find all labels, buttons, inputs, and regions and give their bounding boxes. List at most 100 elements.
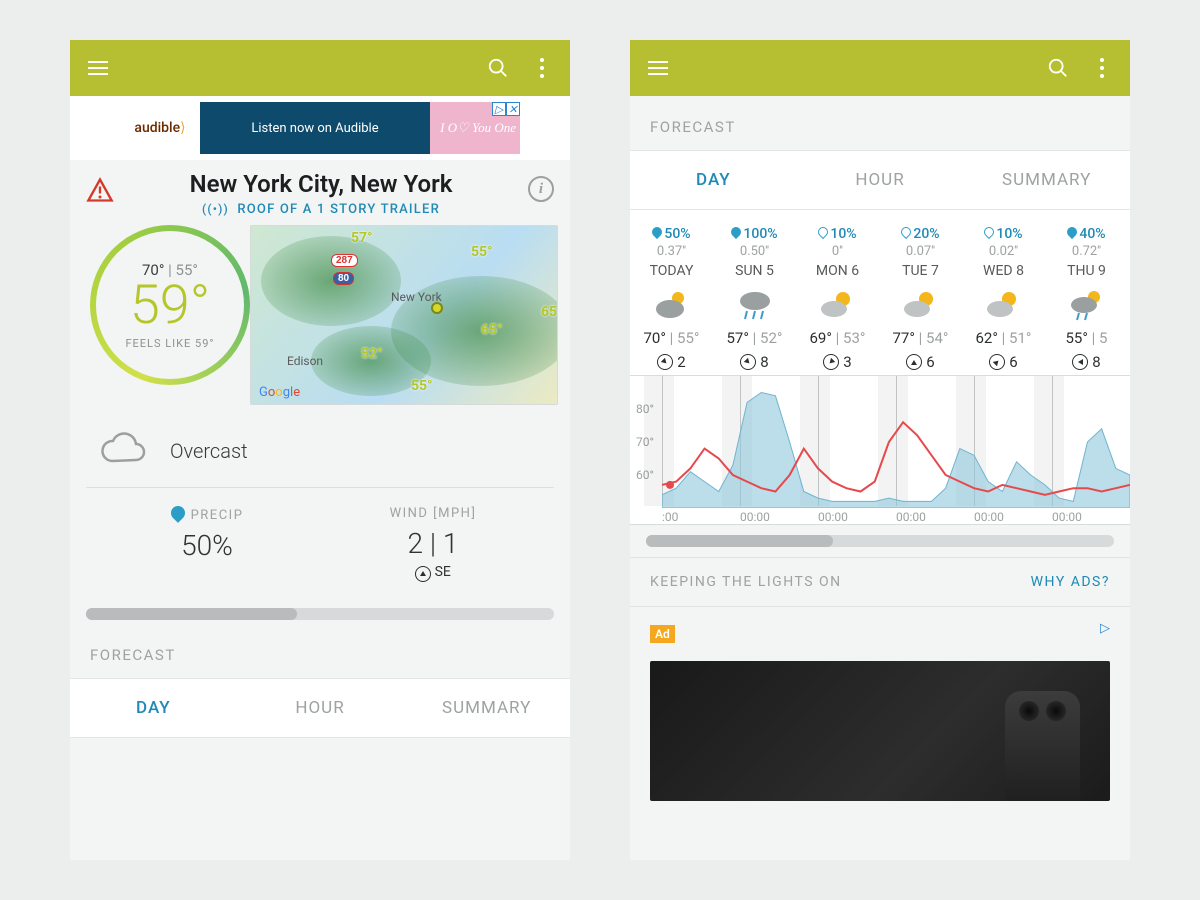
cloud-icon [94, 431, 150, 471]
daily-forecast-row[interactable]: 50% 0.37'' TODAY 70° | 55° 2 100% 0.50'' SUN 5… [630, 210, 1130, 375]
forecast-heading: FORECAST [70, 624, 570, 678]
ad-cta: Listen now on Audible [251, 121, 378, 136]
day-wind: 6 [906, 353, 934, 371]
weather-icon [652, 285, 692, 323]
precip-probability: 10% [818, 226, 856, 242]
feels-like: FEELS LIKE 59° [125, 337, 214, 350]
forecast-heading: FORECAST [630, 96, 1130, 150]
info-icon[interactable]: i [528, 176, 554, 202]
tab-day[interactable]: DAY [630, 170, 797, 190]
ad-promo: I O♡ You One [440, 120, 516, 136]
tab-day[interactable]: DAY [70, 698, 237, 718]
day-wind: 6 [989, 353, 1017, 371]
radar-map[interactable]: 287 80 57° 55° 65° 65° 55° 52° New York … [250, 225, 558, 405]
day-wind: 8 [740, 353, 768, 371]
day-hi-lo: 70° | 55° [643, 329, 699, 347]
ad-image [650, 661, 1110, 801]
ad-banner[interactable]: audible⟩ Listen now on Audible I O♡ You … [70, 96, 570, 160]
menu-icon[interactable] [86, 56, 110, 80]
condition-text: Overcast [170, 439, 248, 463]
precip-amount: 0.37'' [657, 244, 686, 259]
day-name: THU 9 [1067, 263, 1106, 279]
alert-icon[interactable] [86, 176, 114, 204]
precip-probability: 50% [652, 226, 690, 242]
raindrop-icon [982, 225, 996, 239]
overflow-icon[interactable] [1090, 56, 1114, 80]
weather-icon [1067, 285, 1107, 323]
adchoices-icon[interactable]: ▷✕ [492, 102, 520, 116]
raindrop-icon [816, 225, 830, 239]
day-wind: 8 [1072, 353, 1100, 371]
tab-hour[interactable]: HOUR [797, 170, 964, 190]
search-icon[interactable] [1046, 56, 1070, 80]
day-wind: 3 [823, 353, 851, 371]
adchoices-icon[interactable]: ▷ [1100, 621, 1110, 636]
wind-direction: SE [320, 564, 546, 582]
scroll-indicator [86, 608, 554, 620]
day-name: MON 6 [816, 263, 859, 279]
day-hi-lo: 77° | 54° [892, 329, 948, 347]
precip-probability: 20% [901, 226, 939, 242]
ad-brand: audible [134, 120, 180, 136]
precip-amount: 0.07'' [906, 244, 935, 259]
forecast-chart[interactable]: 60°70°80° :0000:0000:0000:0000:0000:00 [630, 375, 1130, 525]
raindrop-icon [729, 225, 743, 239]
ad-badge: Ad [650, 625, 675, 643]
day-name: TODAY [650, 263, 694, 279]
station-link[interactable]: ((•)) ROOF OF A 1 STORY TRAILER [114, 202, 528, 217]
overflow-icon[interactable] [530, 56, 554, 80]
ad-card[interactable]: Ad ▷ [630, 607, 1130, 801]
tab-hour[interactable]: HOUR [237, 698, 404, 718]
day-column[interactable]: 50% 0.37'' TODAY 70° | 55° 2 [630, 226, 713, 371]
precip-amount: 0'' [832, 244, 843, 259]
scroll-indicator [646, 535, 1114, 547]
precip-probability: 100% [731, 226, 777, 242]
raindrop-icon [168, 503, 188, 523]
wind-value: 2 | 1 [320, 527, 546, 560]
precip-amount: 0.72'' [1072, 244, 1101, 259]
temp-ring: 70° | 55° 59° FEELS LIKE 59° [90, 225, 250, 385]
day-name: TUE 7 [902, 263, 939, 279]
raindrop-icon [1065, 225, 1079, 239]
precip-amount: 0.02'' [989, 244, 1018, 259]
day-wind: 2 [657, 353, 685, 371]
weather-icon [984, 285, 1024, 323]
current-temp: 59° [130, 279, 210, 333]
weather-icon [735, 285, 775, 323]
raindrop-icon [899, 225, 913, 239]
forecast-tabs: DAY HOUR SUMMARY [70, 678, 570, 738]
tab-summary[interactable]: SUMMARY [963, 170, 1130, 190]
precip-value: 50% [94, 529, 320, 562]
wind-label: WIND [MPH] [320, 506, 546, 521]
day-name: WED 8 [983, 263, 1024, 279]
day-hi-lo: 62° | 51° [975, 329, 1031, 347]
precip-amount: 0.50'' [740, 244, 769, 259]
day-column[interactable]: 10% 0'' MON 6 69° | 53° 3 [796, 226, 879, 371]
weather-icon [818, 285, 858, 323]
day-column[interactable]: 10% 0.02'' WED 8 62° | 51° 6 [962, 226, 1045, 371]
broadcast-icon: ((•)) [202, 202, 229, 216]
location-title: New York City, New York [114, 170, 528, 198]
weather-screen-forecast: FORECAST DAY HOUR SUMMARY 50% 0.37'' TODAY… [630, 40, 1130, 860]
app-bar [630, 40, 1130, 96]
weather-icon [901, 285, 941, 323]
day-hi-lo: 55° | 5 [1065, 329, 1107, 347]
map-attribution: Google [259, 385, 300, 400]
day-name: SUN 5 [735, 263, 774, 279]
weather-screen-current: audible⟩ Listen now on Audible I O♡ You … [70, 40, 570, 860]
search-icon[interactable] [486, 56, 510, 80]
precip-probability: 40% [1067, 226, 1105, 242]
day-column[interactable]: 20% 0.07'' TUE 7 77° | 54° 6 [879, 226, 962, 371]
day-column[interactable]: 100% 0.50'' SUN 5 57° | 52° 8 [713, 226, 796, 371]
day-hi-lo: 69° | 53° [809, 329, 865, 347]
precip-probability: 10% [984, 226, 1022, 242]
forecast-tabs: DAY HOUR SUMMARY [630, 150, 1130, 210]
app-bar [70, 40, 570, 96]
tab-summary[interactable]: SUMMARY [403, 698, 570, 718]
why-ads-link[interactable]: WHY ADS? [1031, 574, 1110, 590]
raindrop-icon [650, 225, 664, 239]
day-hi-lo: 57° | 52° [726, 329, 782, 347]
day-column[interactable]: 40% 0.72'' THU 9 55° | 5 8 [1045, 226, 1128, 371]
menu-icon[interactable] [646, 56, 670, 80]
ads-heading: KEEPING THE LIGHTS ON [650, 574, 842, 590]
